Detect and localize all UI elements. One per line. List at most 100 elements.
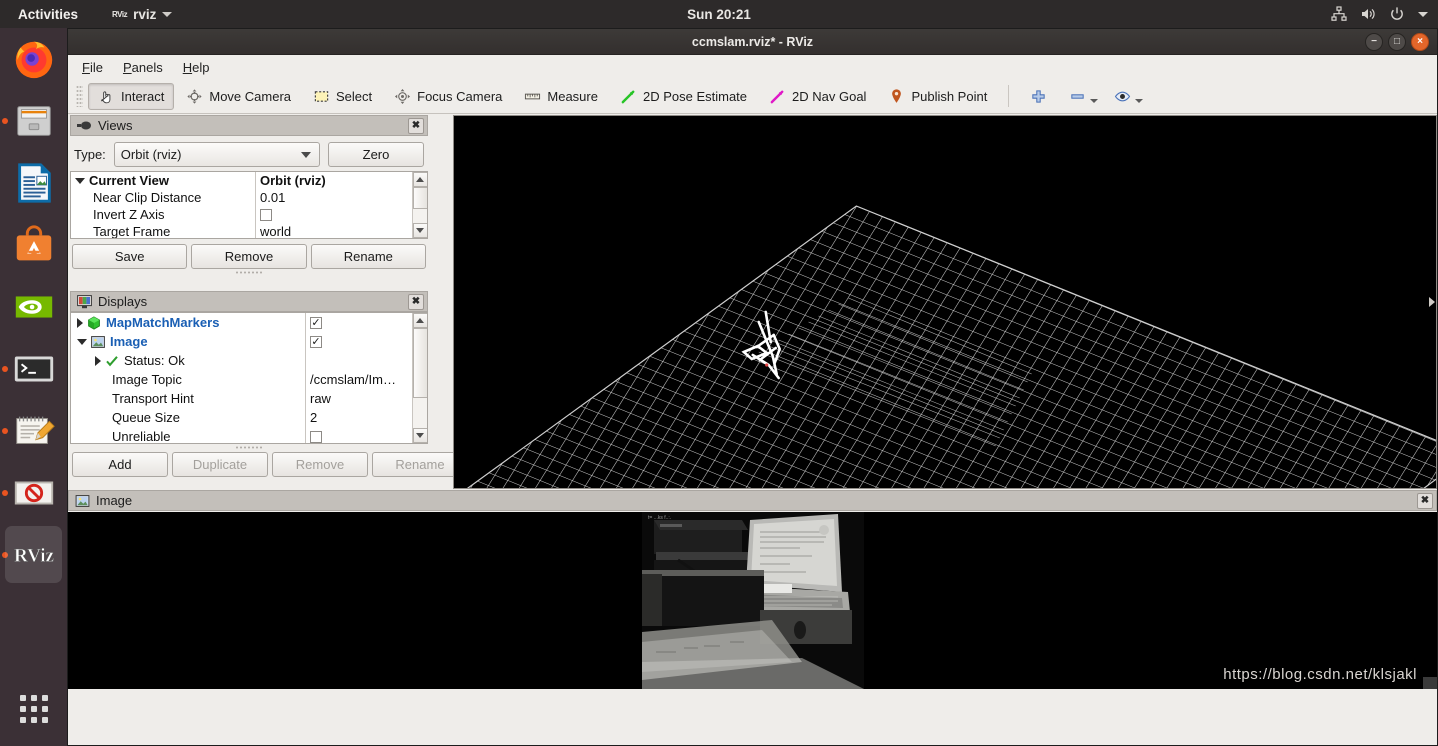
- image-display-icon: [91, 335, 105, 348]
- close-button[interactable]: ×: [1411, 33, 1429, 51]
- unreliable-checkbox[interactable]: [310, 430, 322, 443]
- view-splitter-handle[interactable]: [1428, 272, 1435, 332]
- property-value-cell[interactable]: 0.01: [256, 189, 427, 206]
- property-value-cell[interactable]: world: [256, 223, 427, 238]
- property-row[interactable]: Current View: [71, 172, 255, 189]
- tool-2d-nav-goal[interactable]: 2D Nav Goal: [759, 83, 876, 110]
- close-icon[interactable]: ✖: [408, 118, 424, 134]
- display-row-unreliable[interactable]: Unreliable: [71, 427, 305, 443]
- chevron-down-icon[interactable]: [1135, 98, 1144, 103]
- render-view-3d[interactable]: [453, 115, 1437, 489]
- dock-item-nvidia-settings[interactable]: [0, 276, 67, 338]
- mapmatchmarkers-checkbox[interactable]: ✓: [310, 316, 322, 329]
- property-value-cell[interactable]: Orbit (rviz): [256, 172, 427, 189]
- display-row-image-topic[interactable]: Image Topic: [71, 370, 305, 389]
- panel-splitter[interactable]: [70, 269, 428, 275]
- display-row-queue-size[interactable]: Queue Size: [71, 408, 305, 427]
- views-property-table[interactable]: Current View Near Clip Distance Invert Z…: [70, 171, 428, 239]
- remove-view-button[interactable]: Remove: [191, 244, 307, 269]
- menu-panels[interactable]: Panels: [123, 60, 163, 75]
- tool-2d-pose-estimate[interactable]: 2D Pose Estimate: [610, 83, 757, 110]
- zero-button[interactable]: Zero: [328, 142, 424, 167]
- duplicate-display-button[interactable]: Duplicate: [172, 452, 268, 477]
- remove-tool-button[interactable]: [1059, 83, 1102, 110]
- expander-collapsed-icon[interactable]: [77, 317, 83, 328]
- tool-measure[interactable]: Measure: [514, 83, 608, 110]
- dock-item-terminal[interactable]: [0, 338, 67, 400]
- image-checkbox[interactable]: ✓: [310, 335, 322, 348]
- display-row-status[interactable]: Status: Ok: [71, 351, 305, 370]
- display-value-cell[interactable]: ✓: [306, 332, 427, 351]
- scroll-up-button[interactable]: [412, 172, 427, 187]
- menu-file[interactable]: File: [82, 60, 103, 75]
- add-tool-button[interactable]: [1020, 83, 1057, 110]
- views-scrollbar[interactable]: [412, 172, 427, 238]
- tool-focus-camera[interactable]: Focus Camera: [384, 83, 512, 110]
- dock-item-rviz[interactable]: RViz: [0, 524, 67, 586]
- scroll-track[interactable]: [412, 187, 427, 223]
- tool-select[interactable]: Select: [303, 83, 382, 110]
- chevron-down-icon: [162, 11, 173, 17]
- window-resize-grip[interactable]: [1423, 677, 1437, 689]
- chevron-down-icon[interactable]: [1418, 11, 1428, 17]
- display-value-cell[interactable]: raw: [306, 389, 427, 408]
- maximize-button[interactable]: □: [1388, 33, 1406, 51]
- scroll-down-button[interactable]: [412, 223, 427, 238]
- close-icon[interactable]: ✖: [408, 294, 424, 310]
- tool-visibility-button[interactable]: [1104, 83, 1147, 110]
- close-icon[interactable]: ✖: [1417, 493, 1433, 509]
- scroll-down-button[interactable]: [412, 428, 427, 443]
- display-status-label: Status: Ok: [124, 353, 185, 368]
- tool-move-camera[interactable]: Move Camera: [176, 83, 301, 110]
- remove-display-button[interactable]: Remove: [272, 452, 368, 477]
- dock-item-libreoffice-writer[interactable]: [0, 152, 67, 214]
- image-display-icon: [75, 494, 90, 507]
- view-type-select[interactable]: Orbit (rviz): [113, 142, 320, 167]
- queue-size-value: 2: [310, 410, 318, 425]
- property-row[interactable]: Near Clip Distance: [71, 189, 255, 206]
- property-row[interactable]: Target Frame: [71, 223, 255, 238]
- expander-collapsed-icon[interactable]: [95, 355, 101, 366]
- display-row-image[interactable]: Image: [71, 332, 305, 351]
- dock-item-firefox[interactable]: [0, 28, 67, 90]
- expander-expanded-icon[interactable]: [77, 338, 87, 345]
- property-row[interactable]: Invert Z Axis: [71, 206, 255, 223]
- left-panel-column: Views ✖ Type: Orbit (rviz) Zero Current …: [68, 114, 468, 488]
- invert-z-axis-checkbox[interactable]: [260, 208, 272, 221]
- app-menu[interactable]: RViz rviz: [112, 7, 173, 22]
- chevron-down-icon[interactable]: [1090, 98, 1099, 103]
- display-row-mapmatchmarkers[interactable]: MapMatchMarkers: [71, 313, 305, 332]
- display-value-cell[interactable]: [306, 427, 427, 443]
- expander-expanded-icon[interactable]: [75, 177, 85, 184]
- displays-scrollbar[interactable]: [412, 313, 427, 443]
- minimize-button[interactable]: −: [1365, 33, 1383, 51]
- dock-item-blocked-app[interactable]: [0, 462, 67, 524]
- add-display-button[interactable]: Add: [72, 452, 168, 477]
- rename-view-button[interactable]: Rename: [310, 244, 426, 269]
- toolbar-grip[interactable]: [76, 85, 83, 107]
- rviz-mini-icon: RViz: [112, 9, 128, 19]
- activities-button[interactable]: Activities: [10, 7, 86, 22]
- scroll-track[interactable]: [412, 328, 427, 428]
- scroll-thumb[interactable]: [412, 187, 427, 209]
- display-row-transport-hint[interactable]: Transport Hint: [71, 389, 305, 408]
- display-value-cell[interactable]: /ccmslam/Im…: [306, 370, 427, 389]
- property-value-cell[interactable]: [256, 206, 427, 223]
- dock-item-text-editor[interactable]: [0, 400, 67, 462]
- scroll-thumb[interactable]: [412, 328, 427, 398]
- show-applications-button[interactable]: [0, 686, 67, 732]
- tool-publish-point[interactable]: Publish Point: [878, 83, 997, 110]
- image-canvas[interactable]: t= ...ks f..:.: [68, 512, 1437, 689]
- dock-item-ubuntu-software[interactable]: [0, 214, 67, 276]
- menu-help[interactable]: Help: [183, 60, 210, 75]
- clock[interactable]: Sun 20:21: [0, 7, 1438, 22]
- display-value-cell[interactable]: 2: [306, 408, 427, 427]
- dock-item-files[interactable]: [0, 90, 67, 152]
- displays-tree[interactable]: MapMatchMarkers Image Status: Ok Image T…: [70, 312, 428, 444]
- display-value-cell[interactable]: ✓: [306, 313, 427, 332]
- tool-interact[interactable]: Interact: [88, 82, 175, 110]
- scroll-up-button[interactable]: [412, 313, 427, 328]
- tool-label: Measure: [547, 88, 598, 104]
- save-view-button[interactable]: Save: [72, 244, 188, 269]
- system-tray[interactable]: [1331, 6, 1428, 22]
